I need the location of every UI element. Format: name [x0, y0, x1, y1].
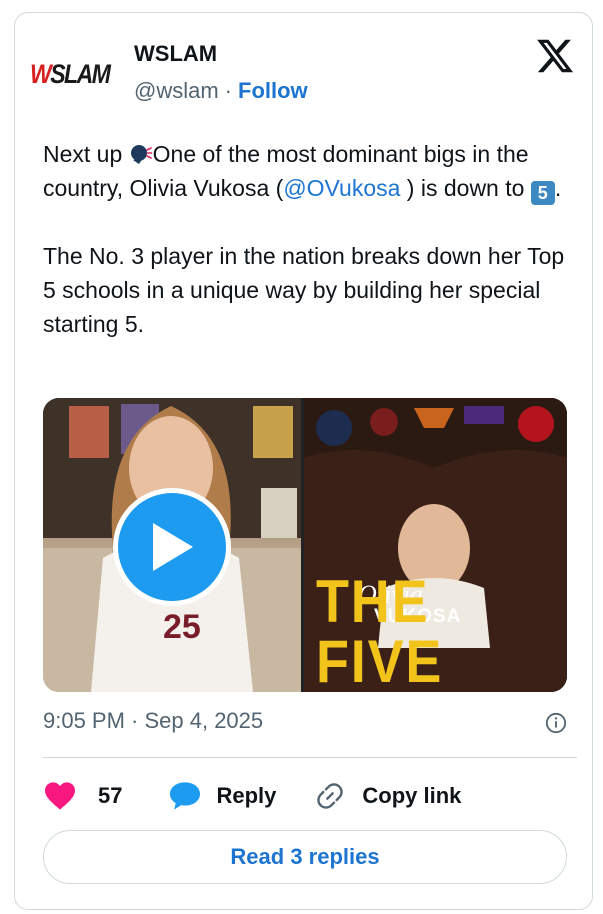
copy-link-button[interactable]: Copy link [314, 780, 461, 812]
follow-button[interactable]: Follow [238, 78, 308, 104]
play-icon [153, 523, 193, 571]
tweet-timestamp[interactable]: 9:05 PM · Sep 4, 2025 [43, 708, 263, 733]
account-handle[interactable]: @wslam [134, 78, 219, 104]
like-button[interactable]: 57 [43, 781, 122, 811]
reply-label: Reply [216, 783, 277, 808]
wslam-logo[interactable]: WSLAM [30, 58, 112, 89]
account-name[interactable]: WSLAM [134, 41, 217, 67]
video-thumbnail-left[interactable]: 25 [43, 398, 301, 692]
video-thumbnail-right[interactable]: Olivia VUKOSA THE FIVE [304, 398, 567, 692]
info-icon[interactable] [545, 712, 567, 734]
like-count: 57 [98, 783, 123, 808]
heart-icon [45, 782, 75, 810]
tweet-paragraph-2: The No. 3 player in the nation breaks do… [43, 243, 565, 337]
video-media[interactable]: 25 Olivia VUKOSA THE FIVE [43, 398, 567, 692]
logo-letters-slam: SLAM [50, 58, 111, 89]
text-period: . [554, 175, 562, 201]
reply-button[interactable]: Reply [168, 781, 276, 811]
copy-link-label: Copy link [362, 783, 462, 808]
keycap-five-emoji-icon: 5 [530, 181, 555, 205]
play-button[interactable] [113, 488, 231, 606]
separator-dot: · [224, 78, 232, 103]
tweet-header: WSLAM WSLAM @wslam · Follow [30, 30, 575, 112]
link-icon [317, 783, 344, 809]
action-bar: 57 Reply Copy link [43, 776, 461, 816]
text-down-to: ) is down to [400, 175, 531, 201]
x-logo-icon[interactable] [535, 36, 575, 76]
read-replies-button[interactable]: Read 3 replies [43, 830, 567, 884]
mention-link[interactable]: @OVukosa [283, 175, 400, 201]
handle-row: @wslam · Follow [134, 78, 308, 104]
reply-bubble-icon [170, 782, 201, 810]
tweet-paragraph-1: Next up One of the most dominant bigs in… [43, 137, 573, 205]
the-five-title: THE FIVE [316, 568, 444, 692]
logo-letter-w: W [30, 58, 52, 89]
text-next-up: Next up [43, 141, 129, 167]
timestamp-row: 9:05 PM · Sep 4, 2025 [43, 708, 567, 738]
speaking-head-emoji-icon [130, 145, 152, 164]
svg-text:25: 25 [163, 608, 201, 646]
tweet-text: Next up One of the most dominant bigs in… [43, 137, 573, 341]
divider [43, 757, 577, 758]
